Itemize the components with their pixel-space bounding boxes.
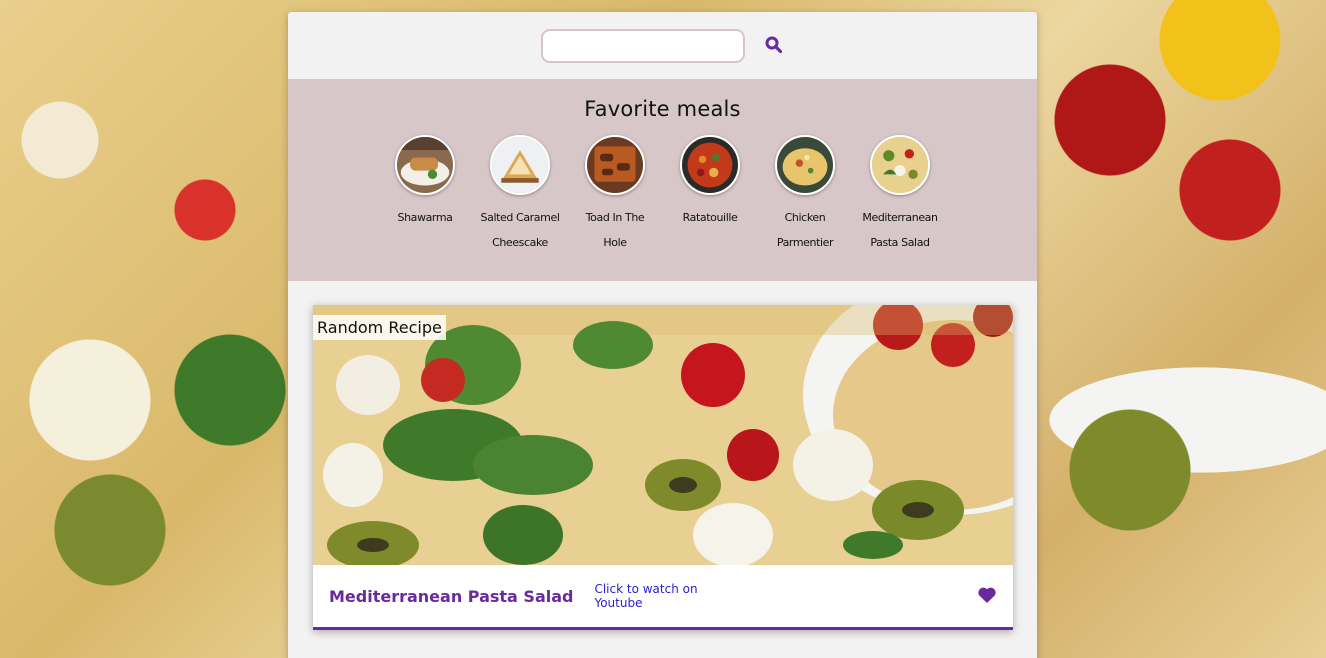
favorite-meal-ratatouille[interactable]: Ratatouille (670, 135, 750, 255)
meal-image (313, 305, 1013, 565)
favorite-meal-toad-in-the-hole[interactable]: Toad In The Hole (575, 135, 655, 255)
favorite-meals-list: Shawarma Salted Caramel Cheescake Toad I… (288, 135, 1037, 255)
favorite-meal-label: Toad In The Hole (585, 211, 645, 249)
favorite-meals-title: Favorite meals (584, 97, 741, 121)
meal-name: Mediterranean Pasta Salad (329, 586, 574, 606)
random-meal-card: Random Recipe Mediterranean Pasta Salad … (313, 305, 1013, 630)
meal-photo: Random Recipe (313, 305, 1013, 565)
search-input[interactable] (540, 28, 745, 63)
search-button[interactable] (763, 35, 785, 57)
meal-thumbnail (775, 135, 835, 195)
favorite-meal-label: Mediterranean Pasta Salad (862, 211, 938, 249)
favorite-meal-salted-caramel-cheescake[interactable]: Salted Caramel Cheescake (480, 135, 560, 255)
youtube-link[interactable]: Click to watch on Youtube (594, 582, 731, 610)
heart-icon (977, 586, 997, 607)
favorite-meal-shawarma[interactable]: Shawarma (385, 135, 465, 255)
meal-info-bar: Mediterranean Pasta Salad Click to watch… (313, 565, 1013, 627)
favorite-toggle-button[interactable] (732, 586, 997, 607)
meal-thumbnail (395, 135, 455, 195)
favorite-meal-label: Shawarma (397, 211, 453, 224)
favorite-meal-chicken-parmentier[interactable]: Chicken Parmentier (765, 135, 845, 255)
app-container: Favorite meals Shawarma Salted Caramel C… (288, 12, 1037, 658)
favorite-meal-mediterranean-pasta-salad[interactable]: Mediterranean Pasta Salad (860, 135, 940, 255)
meal-thumbnail (585, 135, 645, 195)
meal-thumbnail (490, 135, 550, 195)
favorite-meal-label: Salted Caramel Cheescake (480, 211, 560, 249)
favorite-meal-label: Chicken Parmentier (776, 211, 834, 249)
meal-thumbnail (680, 135, 740, 195)
meal-thumbnail (870, 135, 930, 195)
favorite-meals-section: Favorite meals Shawarma Salted Caramel C… (288, 79, 1037, 281)
random-recipe-tag: Random Recipe (313, 315, 446, 340)
favorite-meal-label: Ratatouille (682, 211, 738, 224)
search-icon (765, 36, 783, 56)
search-bar (288, 12, 1037, 79)
